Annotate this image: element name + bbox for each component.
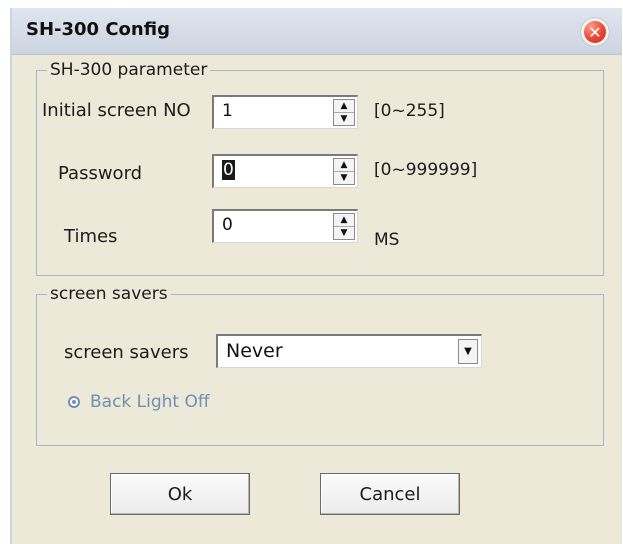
initial-screen-spinner[interactable]: 1 ▲ ▼: [212, 95, 358, 129]
screensaver-group-legend: screen savers: [47, 284, 171, 304]
times-label: Times: [64, 226, 118, 247]
backlight-off-radio[interactable]: Back Light Off: [68, 392, 210, 412]
initial-screen-spin-buttons: ▲ ▼: [333, 99, 355, 126]
times-spin-buttons: ▲ ▼: [333, 213, 355, 240]
spin-up-icon[interactable]: ▲: [334, 214, 354, 227]
ok-button[interactable]: Ok: [110, 473, 250, 515]
spin-down-icon[interactable]: ▼: [334, 227, 354, 240]
password-spinner[interactable]: 0 ▲ ▼: [212, 154, 358, 188]
cancel-button[interactable]: Cancel: [320, 473, 460, 515]
password-selected-value: 0: [222, 160, 235, 180]
close-icon: ✕: [588, 22, 602, 42]
screensaver-select[interactable]: Never ▼: [216, 334, 482, 368]
chevron-down-icon[interactable]: ▼: [458, 339, 478, 364]
backlight-off-label: Back Light Off: [90, 392, 210, 412]
radio-icon: [68, 396, 80, 408]
password-range: [0~999999]: [374, 160, 478, 180]
config-dialog: SH-300 Config ✕ SH-300 parameter Initial…: [10, 8, 622, 544]
initial-screen-value: 1: [222, 101, 233, 121]
times-value: 0: [222, 215, 233, 235]
times-unit: MS: [374, 230, 400, 250]
title-bar: SH-300 Config ✕: [12, 8, 622, 55]
password-value: 0: [222, 160, 235, 180]
spin-up-icon[interactable]: ▲: [334, 100, 354, 113]
password-label: Password: [58, 163, 143, 184]
screensaver-select-value: Never: [226, 340, 283, 362]
screensaver-label: screen savers: [64, 342, 189, 363]
spin-down-icon[interactable]: ▼: [334, 172, 354, 185]
screen: SH-300 Config ✕ SH-300 parameter Initial…: [0, 0, 623, 544]
spin-up-icon[interactable]: ▲: [334, 159, 354, 172]
initial-screen-range: [0~255]: [374, 101, 445, 121]
times-spinner[interactable]: 0 ▲ ▼: [212, 209, 358, 243]
password-spin-buttons: ▲ ▼: [333, 158, 355, 185]
parameter-group-legend: SH-300 parameter: [47, 60, 211, 80]
spin-down-icon[interactable]: ▼: [334, 113, 354, 126]
close-button[interactable]: ✕: [581, 18, 609, 46]
initial-screen-label: Initial screen NO: [42, 100, 191, 121]
screensaver-group: screen savers: [36, 284, 604, 446]
dialog-title: SH-300 Config: [26, 19, 170, 40]
